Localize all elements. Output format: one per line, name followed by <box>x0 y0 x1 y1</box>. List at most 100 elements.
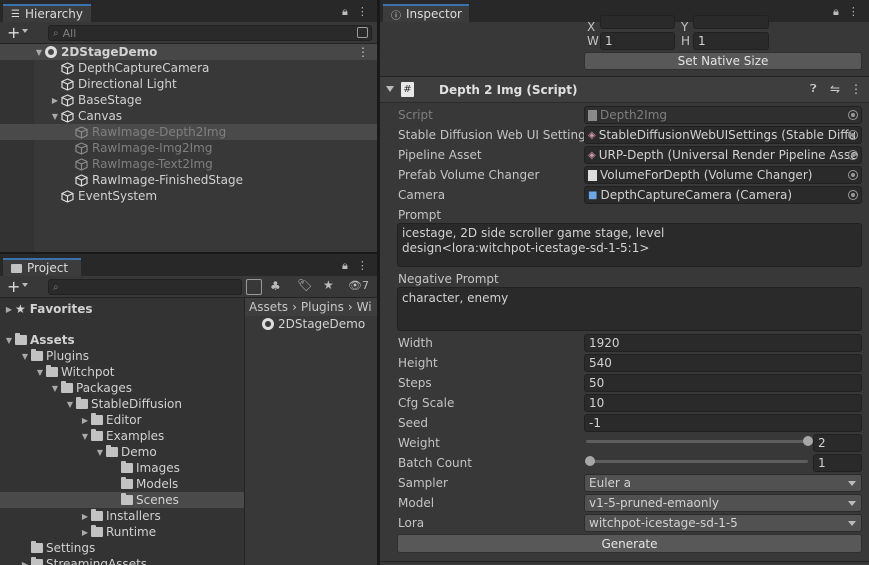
label-icon[interactable]: 🏷︎ <box>297 278 312 292</box>
scene-row[interactable]: ▼ 2DStageDemo ⋮ <box>0 44 377 60</box>
add-icon[interactable]: + <box>7 23 20 42</box>
hierarchy-item[interactable]: ▼ Canvas <box>0 108 377 124</box>
hierarchy-item[interactable]: RawImage-FinishedStage <box>0 172 377 188</box>
hierarchy-item[interactable]: Directional Light <box>0 76 377 92</box>
project-folder-item[interactable]: ▶ StreamingAssets <box>0 556 244 565</box>
tab-hierarchy[interactable]: ☰ Hierarchy <box>3 4 91 22</box>
lock-icon[interactable]: 🔒︎ <box>342 259 348 273</box>
expand-arrow-icon[interactable]: ▶ <box>49 96 61 105</box>
collapse-arrow-icon[interactable] <box>386 86 394 92</box>
width-rect-field[interactable]: 1 <box>600 32 675 50</box>
collapse-arrow-icon[interactable]: ▼ <box>34 368 46 377</box>
height-field[interactable]: 540 <box>584 354 862 372</box>
project-folder-item[interactable]: ▼ Examples <box>0 428 244 444</box>
project-folder-item[interactable]: ▶ Runtime <box>0 524 244 540</box>
y-field[interactable] <box>693 15 769 29</box>
breadcrumb-plugins[interactable]: Plugins <box>301 300 344 314</box>
help-icon[interactable]: ❓︎ <box>810 82 817 96</box>
preset-icon[interactable]: ⇋ <box>830 82 840 96</box>
object-picker-icon[interactable] <box>848 170 858 180</box>
hierarchy-item[interactable]: RawImage-Text2Img <box>0 156 377 172</box>
project-folder-item[interactable]: ▼ Packages <box>0 380 244 396</box>
expand-arrow-icon[interactable]: ▶ <box>79 416 91 425</box>
collapse-arrow-icon[interactable]: ▼ <box>49 112 61 121</box>
project-folder-item[interactable]: ▶ Installers <box>0 508 244 524</box>
hierarchy-item[interactable]: ▶ BaseStage <box>0 92 377 108</box>
batch-slider-handle[interactable] <box>585 456 595 466</box>
hierarchy-item[interactable]: DepthCaptureCamera <box>0 60 377 76</box>
object-picker-icon[interactable] <box>848 190 858 200</box>
steps-field[interactable]: 50 <box>584 374 862 392</box>
negative-prompt-textarea[interactable]: character, enemy <box>397 287 862 331</box>
collapse-arrow-icon[interactable]: ▼ <box>64 400 76 409</box>
sd-settings-field[interactable]: ◈ StableDiffusionWebUISettings (Stable Di… <box>584 126 862 144</box>
lock-icon[interactable]: 🔒︎ <box>833 5 839 19</box>
hierarchy-search-input[interactable]: ⌕ All <box>48 25 372 41</box>
expand-arrow-icon[interactable]: ▼ <box>33 48 45 57</box>
pipeline-asset-field[interactable]: ◈ URP-Depth (Universal Render Pipeline As… <box>584 146 862 164</box>
project-folder-item[interactable]: Settings <box>0 540 244 556</box>
assets-root-row[interactable]: ▼ Assets <box>0 332 244 348</box>
hierarchy-item[interactable]: RawImage-Depth2Img <box>0 124 377 140</box>
project-folder-item[interactable]: ▼ Demo <box>0 444 244 460</box>
set-native-size-button[interactable]: Set Native Size <box>584 52 862 70</box>
kebab-menu-icon[interactable]: ⋮ <box>357 259 368 273</box>
lora-dropdown[interactable]: witchpot-icestage-sd-1-5 <box>584 514 862 532</box>
breadcrumb-assets[interactable]: Assets <box>249 300 288 314</box>
model-dropdown[interactable]: v1-5-pruned-emaonly <box>584 494 862 512</box>
lock-icon[interactable]: 🔒︎ <box>342 5 348 19</box>
project-folder-item[interactable]: Models <box>0 476 244 492</box>
project-folder-item[interactable]: ▼ StableDiffusion <box>0 396 244 412</box>
asset-item-scene[interactable]: 2DStageDemo <box>262 316 377 332</box>
add-icon[interactable]: + <box>7 277 20 296</box>
volume-changer-field[interactable]: VolumeForDepth (Volume Changer) <box>584 166 862 184</box>
project-search-input[interactable]: ⌕ <box>48 279 242 295</box>
seed-field[interactable]: -1 <box>584 414 862 432</box>
prompt-textarea[interactable]: icestage, 2D side scroller game stage, l… <box>397 223 862 267</box>
project-folder-item[interactable]: ▼ Plugins <box>0 348 244 364</box>
project-folder-item[interactable]: Images <box>0 460 244 476</box>
component-menu-icon[interactable]: ⋮ <box>850 82 862 96</box>
batch-slider-track[interactable] <box>586 460 808 463</box>
width-field[interactable]: 1920 <box>584 334 862 352</box>
project-folder-item[interactable]: Scenes <box>0 492 244 508</box>
sampler-dropdown[interactable]: Euler a <box>584 474 862 492</box>
dropdown-caret-icon[interactable] <box>22 29 28 33</box>
collapse-arrow-icon[interactable]: ▼ <box>19 352 31 361</box>
weight-slider-handle[interactable] <box>803 436 813 446</box>
object-picker-icon[interactable] <box>848 130 858 140</box>
weight-slider-track[interactable] <box>586 440 808 443</box>
filter-by-type-icon[interactable]: ♣ <box>270 279 281 293</box>
expand-arrow-icon[interactable]: ▶ <box>19 560 31 565</box>
project-folder-item[interactable]: ▼ Witchpot <box>0 364 244 380</box>
hidden-packages-icon[interactable]: 👁︎7 <box>348 279 369 292</box>
search-by-type-icon[interactable] <box>246 279 262 295</box>
kebab-menu-icon[interactable]: ⋮ <box>357 5 368 19</box>
scene-menu-icon[interactable]: ⋮ <box>357 45 369 59</box>
hierarchy-item[interactable]: EventSystem <box>0 188 377 204</box>
cfg-scale-field[interactable]: 10 <box>584 394 862 412</box>
expand-arrow-icon[interactable]: ▶ <box>79 512 91 521</box>
breadcrumb-witchpot[interactable]: Wi <box>357 300 372 314</box>
favorite-star-icon[interactable]: ★ <box>323 278 334 292</box>
generate-button[interactable]: Generate <box>397 534 862 553</box>
search-filter-icon[interactable] <box>357 27 368 38</box>
tab-inspector[interactable]: ⓘ Inspector <box>383 4 469 22</box>
collapse-arrow-icon[interactable]: ▼ <box>79 432 91 441</box>
camera-field[interactable]: ■ DepthCaptureCamera (Camera) <box>584 186 862 204</box>
batch-count-field[interactable]: 1 <box>813 454 862 472</box>
tab-project[interactable]: Project <box>3 258 81 276</box>
weight-field[interactable]: 2 <box>813 434 862 452</box>
x-field[interactable] <box>600 15 675 29</box>
height-rect-field[interactable]: 1 <box>693 32 769 50</box>
dropdown-caret-icon[interactable] <box>22 283 28 287</box>
object-picker-icon[interactable] <box>848 150 858 160</box>
hierarchy-item[interactable]: RawImage-Img2Img <box>0 140 377 156</box>
favorites-row[interactable]: ▶ ★ Favorites <box>0 300 244 318</box>
collapse-arrow-icon[interactable]: ▼ <box>49 384 61 393</box>
collapse-arrow-icon[interactable]: ▼ <box>94 448 106 457</box>
component-header[interactable]: # Depth 2 Img (Script) ❓︎ ⇋ ⋮ <box>380 77 869 103</box>
kebab-menu-icon[interactable]: ⋮ <box>848 5 859 19</box>
expand-arrow-icon[interactable]: ▶ <box>79 528 91 537</box>
project-folder-item[interactable]: ▶ Editor <box>0 412 244 428</box>
